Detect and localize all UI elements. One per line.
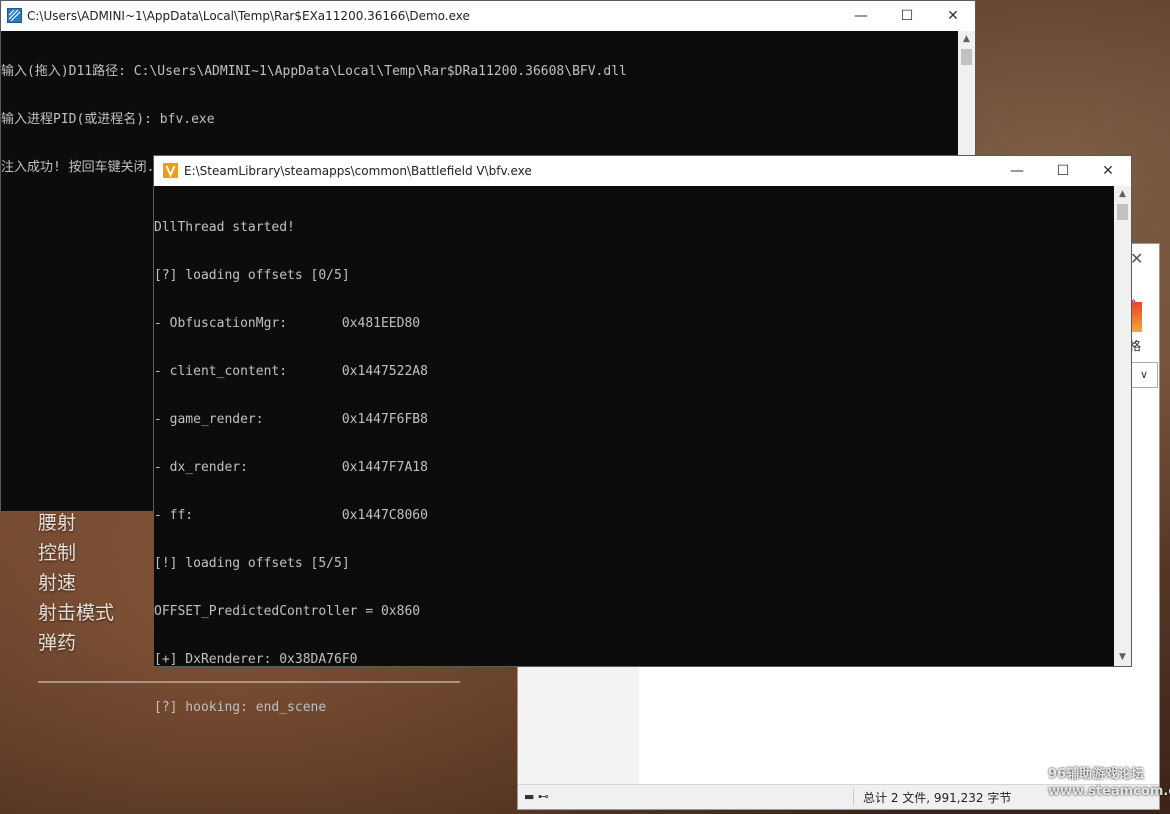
window-title: E:\SteamLibrary\steamapps\common\Battlef…	[184, 164, 532, 178]
console-line: OFFSET_PredictedController = 0x860	[154, 604, 421, 619]
console-line: [?] hooking: end_scene	[154, 700, 327, 715]
close-button[interactable]: ✕	[930, 1, 976, 31]
game-menu-item[interactable]: 控制	[38, 538, 114, 568]
console-line: 输入进程PID(或进程名): bfv.exe	[1, 112, 215, 127]
title-bar[interactable]: C:\Users\ADMINI~1\AppData\Local\Temp\Rar…	[1, 1, 975, 31]
console-line: - game_render: 0x1447F6FB8	[154, 412, 428, 427]
status-separator	[853, 788, 854, 806]
console-line: - ObfuscationMgr: 0x481EED80	[154, 316, 421, 331]
close-button[interactable]: ✕	[1085, 156, 1131, 186]
view-mode-icons[interactable]: ▬ ⊷	[524, 790, 549, 803]
scroll-down-icon[interactable]: ▼	[1114, 649, 1131, 666]
scroll-thumb[interactable]	[1117, 204, 1128, 220]
console-line: 输入(拖入)D11路径: C:\Users\ADMINI~1\AppData\L…	[1, 64, 627, 79]
site-watermark: 96辅助游戏论坛 www.steamcom.cn	[1048, 766, 1170, 800]
console-line: [+] DxRenderer: 0x38DA76F0	[154, 652, 358, 667]
game-menu-item[interactable]: 弹药	[38, 628, 114, 658]
scroll-up-icon[interactable]: ▲	[958, 31, 975, 48]
game-settings-menu: 腰射 控制 射速 射击模式 弹药	[38, 508, 114, 658]
console-line: DllThread started!	[154, 220, 295, 235]
game-menu-item[interactable]: 射击模式	[38, 598, 114, 628]
minimize-button[interactable]: —	[994, 156, 1040, 186]
console-line: [?] loading offsets [0/5]	[154, 268, 350, 283]
game-menu-item[interactable]: 射速	[38, 568, 114, 598]
bfv-console-window: E:\SteamLibrary\steamapps\common\Battlef…	[153, 155, 1132, 715]
title-bar[interactable]: E:\SteamLibrary\steamapps\common\Battlef…	[154, 156, 1131, 186]
window-title: C:\Users\ADMINI~1\AppData\Local\Temp\Rar…	[27, 9, 470, 23]
scroll-up-icon[interactable]: ▲	[1114, 186, 1131, 203]
close-icon[interactable]: ✕	[1130, 249, 1143, 268]
watermark-line: www.steamcom.cn	[1048, 784, 1170, 799]
status-text: 总计 2 文件, 991,232 字节	[863, 791, 1012, 805]
watermark-line: 96辅助游戏论坛	[1048, 767, 1145, 782]
dropdown-button[interactable]: ∨	[1130, 362, 1158, 388]
maximize-button[interactable]: ☐	[1040, 156, 1086, 186]
vertical-scrollbar[interactable]: ▲ ▼	[1114, 186, 1131, 666]
maximize-button[interactable]: ☐	[884, 1, 930, 31]
console-line: - client_content: 0x1447522A8	[154, 364, 428, 379]
console-output[interactable]: DllThread started! [?] loading offsets […	[154, 188, 428, 748]
v-logo-icon	[163, 163, 178, 178]
game-menu-item[interactable]: 腰射	[38, 508, 114, 538]
console-app-icon	[7, 8, 22, 23]
console-line: [!] loading offsets [5/5]	[154, 556, 350, 571]
scroll-thumb[interactable]	[961, 49, 972, 65]
minimize-button[interactable]: —	[838, 1, 884, 31]
console-line: - dx_render: 0x1447F7A18	[154, 460, 428, 475]
console-line: - ff: 0x1447C8060	[154, 508, 428, 523]
